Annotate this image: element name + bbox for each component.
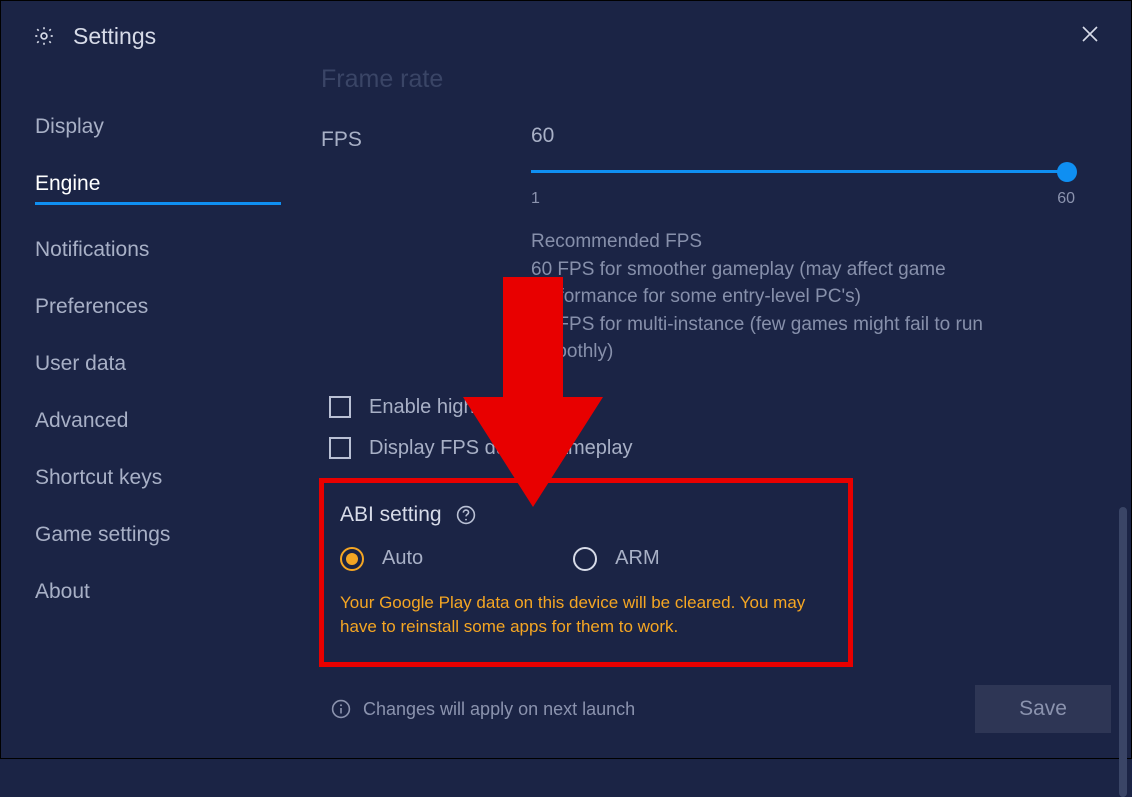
radio-arm[interactable]: ARM: [573, 547, 659, 571]
sidebar-item-user-data[interactable]: User data: [35, 352, 281, 376]
sidebar-item-display[interactable]: Display: [35, 115, 281, 139]
fps-value: 60: [531, 124, 1075, 148]
sidebar-item-notifications[interactable]: Notifications: [35, 238, 281, 262]
fps-right: 60 1 60 Recommended FPS 60 FPS for smoot…: [531, 124, 1101, 366]
footer-info-text: Changes will apply on next launch: [363, 699, 975, 720]
close-button[interactable]: [1071, 17, 1109, 55]
checkbox-label: Enable high frame rates: [369, 396, 581, 419]
radio-dot-icon: [346, 553, 358, 565]
slider-thumb[interactable]: [1057, 162, 1077, 182]
page-title: Settings: [73, 23, 1071, 50]
abi-heading-row: ABI setting: [340, 503, 828, 527]
radio-selected-icon: [340, 547, 364, 571]
abi-radio-group: Auto ARM: [340, 547, 828, 571]
abi-warning-text: Your Google Play data on this device wil…: [340, 591, 820, 639]
slider-max-label: 60: [1057, 190, 1075, 208]
checkbox-box-icon: [329, 396, 351, 418]
sidebar-item-advanced[interactable]: Advanced: [35, 409, 281, 433]
radio-unselected-icon: [573, 547, 597, 571]
footer-row: Changes will apply on next launch Save: [331, 685, 1101, 733]
checkbox-enable-high-fps[interactable]: Enable high frame rates: [329, 396, 1101, 419]
slider-track: [531, 170, 1075, 173]
checkbox-group: Enable high frame rates Display FPS duri…: [329, 396, 1101, 460]
radio-label: Auto: [382, 547, 423, 570]
settings-window: Settings Display Engine Notifications Pr…: [1, 1, 1131, 758]
recommended-line-2: 30 FPS for multi-instance (few games mig…: [531, 311, 1001, 366]
abi-section: ABI setting Auto: [319, 478, 853, 668]
scrollbar[interactable]: [1119, 507, 1127, 797]
sidebar-item-about[interactable]: About: [35, 580, 281, 604]
checkbox-display-fps[interactable]: Display FPS during gameplay: [329, 437, 1101, 460]
sidebar-item-engine[interactable]: Engine: [35, 172, 281, 205]
sidebar: Display Engine Notifications Preferences…: [1, 67, 281, 758]
sidebar-item-preferences[interactable]: Preferences: [35, 295, 281, 319]
slider-bounds: 1 60: [531, 190, 1075, 208]
recommended-line-1: 60 FPS for smoother gameplay (may affect…: [531, 256, 1001, 311]
save-button[interactable]: Save: [975, 685, 1111, 733]
sidebar-item-game-settings[interactable]: Game settings: [35, 523, 281, 547]
help-icon[interactable]: [456, 505, 476, 525]
fps-slider[interactable]: [531, 162, 1075, 182]
sidebar-item-shortcut-keys[interactable]: Shortcut keys: [35, 466, 281, 490]
checkbox-label: Display FPS during gameplay: [369, 437, 632, 460]
abi-heading: ABI setting: [340, 503, 442, 527]
frame-rate-heading: Frame rate: [321, 67, 1101, 94]
radio-auto[interactable]: Auto: [340, 547, 423, 571]
recommended-heading: Recommended FPS: [531, 228, 1001, 256]
slider-min-label: 1: [531, 190, 540, 208]
titlebar: Settings: [1, 1, 1131, 67]
recommended-fps-block: Recommended FPS 60 FPS for smoother game…: [531, 228, 1001, 366]
gear-icon: [33, 25, 55, 47]
radio-label: ARM: [615, 547, 659, 570]
body: Display Engine Notifications Preferences…: [1, 67, 1131, 758]
info-icon: [331, 699, 351, 719]
content-panel: Frame rate FPS 60 1 60 Recommended FPS: [281, 67, 1131, 758]
fps-label: FPS: [321, 124, 531, 366]
fps-row: FPS 60 1 60 Recommended FPS 60 FPS for s…: [321, 124, 1101, 366]
checkbox-box-icon: [329, 437, 351, 459]
